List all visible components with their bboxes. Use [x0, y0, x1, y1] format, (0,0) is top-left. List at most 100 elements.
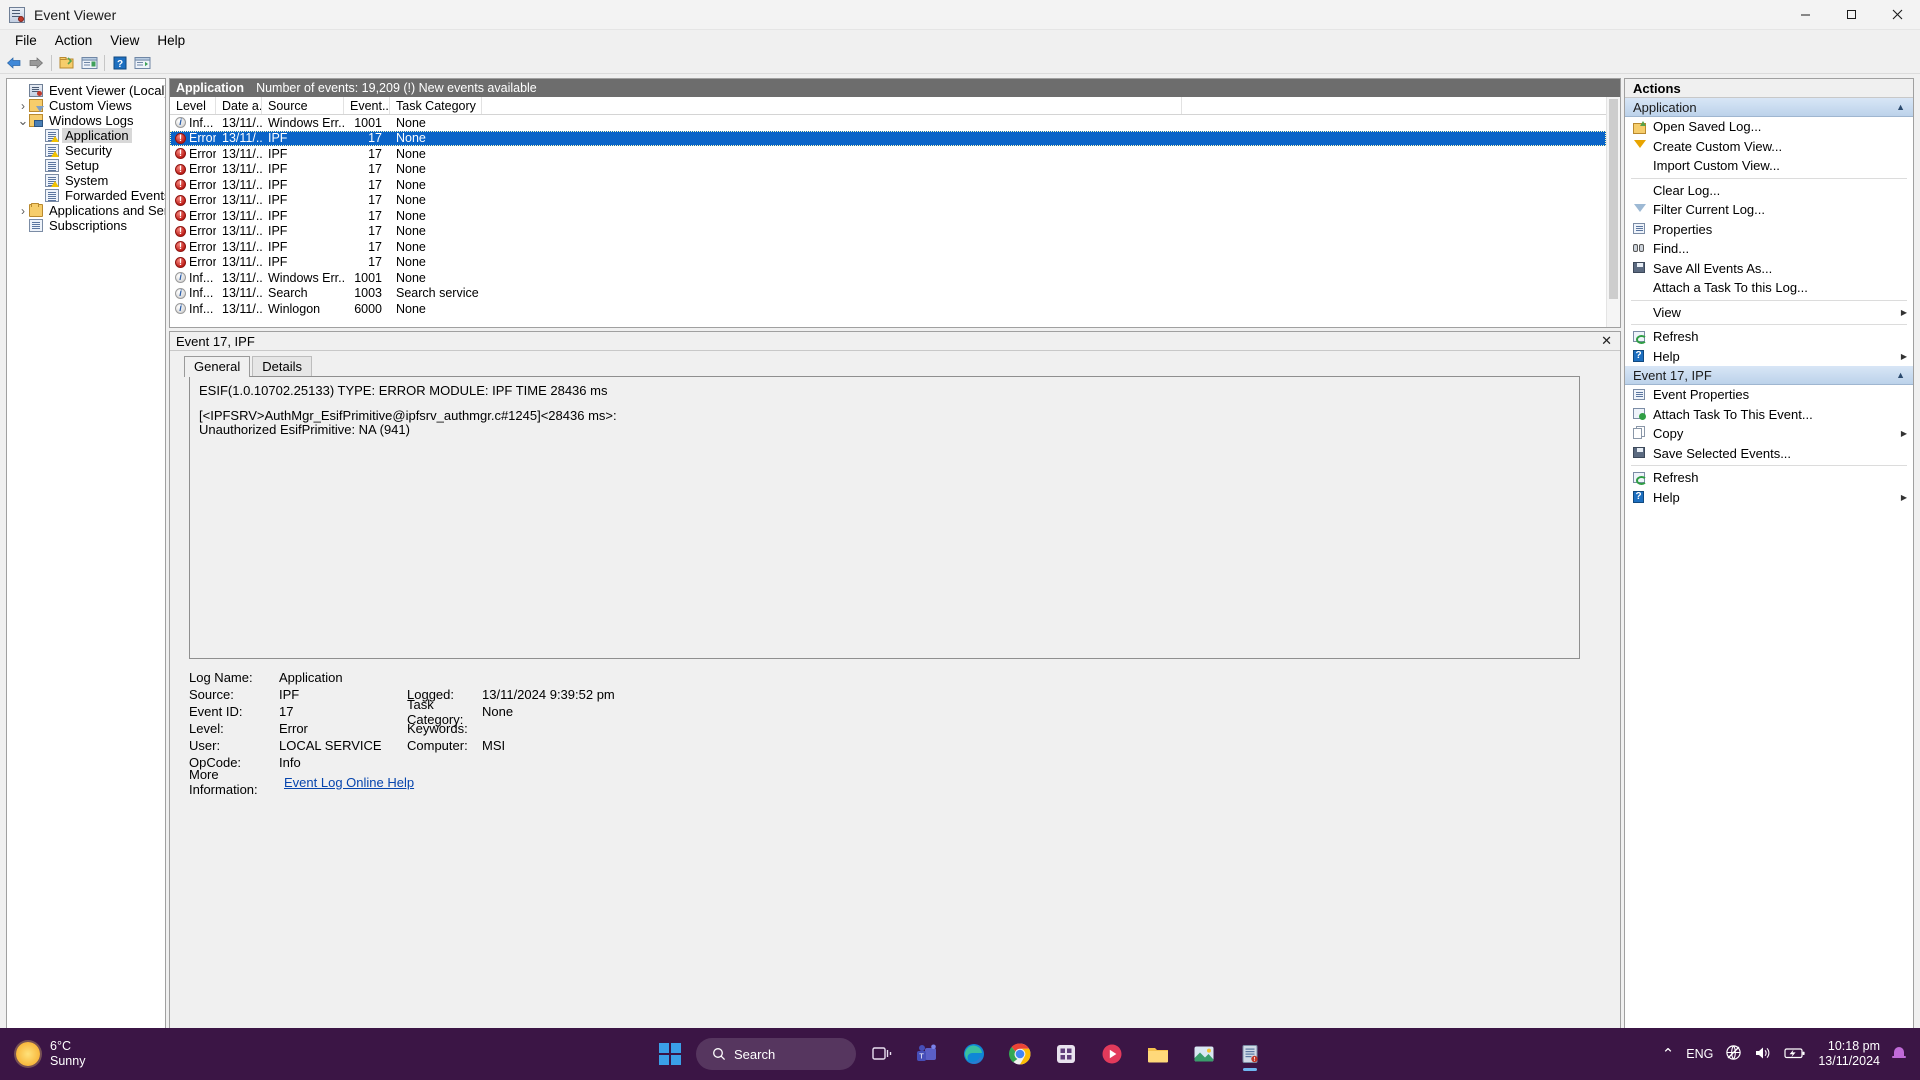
tree-item-windows-logs[interactable]: ⌄ Windows Logs: [7, 113, 165, 128]
file-explorer-icon[interactable]: [1138, 1034, 1178, 1074]
tree-item-system[interactable]: System: [7, 173, 165, 188]
event-description-box[interactable]: ESIF(1.0.10702.25133) TYPE: ERROR MODULE…: [189, 376, 1580, 659]
action-item-clear-log[interactable]: Clear Log...: [1625, 181, 1913, 201]
tab-details[interactable]: Details: [252, 356, 312, 377]
menu-help[interactable]: Help: [148, 31, 194, 51]
language-indicator[interactable]: ENG: [1686, 1047, 1713, 1061]
volume-icon[interactable]: [1754, 1045, 1772, 1064]
menu-view[interactable]: View: [101, 31, 148, 51]
event-row[interactable]: Inf... 13/11/... Search 1003 Search service: [170, 286, 1606, 302]
column-header-blank[interactable]: [482, 97, 1182, 114]
event-row[interactable]: Error 13/11/... IPF 17 None: [170, 239, 1606, 255]
tray-chevron-icon[interactable]: ⌃: [1662, 1045, 1675, 1063]
column-header-event[interactable]: Event...: [344, 97, 390, 114]
action-item-view[interactable]: View ▶: [1625, 303, 1913, 323]
action-item-save-selected-events[interactable]: Save Selected Events...: [1625, 444, 1913, 464]
photos-icon[interactable]: [1184, 1034, 1224, 1074]
taskbar-weather-widget[interactable]: 6°C Sunny: [16, 1039, 85, 1069]
action-item-attach-a-task-to-this-log[interactable]: Attach a Task To this Log...: [1625, 278, 1913, 298]
action-item-label: Refresh: [1653, 470, 1699, 486]
tree-item-event-viewer-local[interactable]: Event Viewer (Local): [7, 83, 165, 98]
cell-level: Error: [189, 255, 216, 270]
event-row[interactable]: Inf... 13/11/... Winlogon 6000 None: [170, 301, 1606, 317]
google-chrome-icon[interactable]: [1000, 1034, 1040, 1074]
event-row[interactable]: Inf... 13/11/... Windows Err... 1001 None: [170, 115, 1606, 131]
microsoft-teams-icon[interactable]: T: [908, 1034, 948, 1074]
chevron-down-icon[interactable]: ⌄: [17, 114, 29, 127]
properties-icon[interactable]: [79, 53, 99, 73]
event-viewer-taskbar-icon[interactable]: !: [1230, 1034, 1270, 1074]
event-row[interactable]: Error 13/11/... IPF 17 None: [170, 208, 1606, 224]
start-button[interactable]: [650, 1034, 690, 1074]
actions-group-header[interactable]: Event 17, IPF ▲: [1625, 366, 1913, 385]
close-button[interactable]: [1874, 0, 1920, 30]
action-item-find[interactable]: Find...: [1625, 239, 1913, 259]
chevron-right-icon[interactable]: ›: [17, 99, 29, 113]
action-item-event-properties[interactable]: Event Properties: [1625, 385, 1913, 405]
tree-item-security[interactable]: Security: [7, 143, 165, 158]
event-list-scroll-thumb[interactable]: [1609, 99, 1618, 299]
main-body: Event Viewer (Local) › Custom Views ⌄ Window…: [0, 74, 1920, 1066]
notification-bell-icon[interactable]: [1892, 1046, 1906, 1062]
help-icon: [1631, 349, 1649, 363]
event-row[interactable]: Error 13/11/... IPF 17 None: [170, 162, 1606, 178]
tree-item-forwarded-events[interactable]: Forwarded Events: [7, 188, 165, 203]
network-disconnected-icon[interactable]: [1725, 1044, 1742, 1064]
event-row[interactable]: Error 13/11/... IPF 17 None: [170, 224, 1606, 240]
show-hide-action-pane-icon[interactable]: [132, 53, 152, 73]
taskbar-clock[interactable]: 10:18 pm 13/11/2024: [1818, 1039, 1880, 1069]
show-hide-console-tree-icon[interactable]: [57, 53, 77, 73]
event-log-online-help-link[interactable]: Event Log Online Help: [284, 775, 414, 790]
cell-level: Error: [189, 208, 216, 223]
action-item-refresh[interactable]: Refresh: [1625, 327, 1913, 347]
column-header-date-a[interactable]: Date a...: [216, 97, 262, 114]
action-item-refresh[interactable]: Refresh: [1625, 468, 1913, 488]
event-row[interactable]: Error 13/11/... IPF 17 None: [170, 146, 1606, 162]
cell-date: 13/11/...: [222, 239, 262, 254]
taskbar-search[interactable]: Search: [696, 1038, 856, 1070]
microsoft-store-icon[interactable]: [1046, 1034, 1086, 1074]
task-view-icon[interactable]: [862, 1034, 902, 1074]
menu-file[interactable]: File: [6, 31, 46, 51]
event-row[interactable]: Error 13/11/... IPF 17 None: [170, 177, 1606, 193]
column-header-task-category[interactable]: Task Category: [390, 97, 482, 114]
action-item-save-all-events-as[interactable]: Save All Events As...: [1625, 259, 1913, 279]
menu-action[interactable]: Action: [46, 31, 102, 51]
event-row[interactable]: Error 13/11/... IPF 17 None: [170, 193, 1606, 209]
actions-group-header[interactable]: Application ▲: [1625, 98, 1913, 117]
event-list-vertical-scrollbar[interactable]: [1606, 97, 1620, 327]
action-item-filter-current-log[interactable]: Filter Current Log...: [1625, 200, 1913, 220]
tree-item-application[interactable]: Application: [7, 128, 165, 143]
minimize-button[interactable]: [1782, 0, 1828, 30]
event-row[interactable]: Error 13/11/... IPF 17 None: [170, 130, 1606, 146]
tab-general[interactable]: General: [184, 356, 251, 377]
battery-charging-icon[interactable]: [1784, 1046, 1806, 1063]
action-item-create-custom-view[interactable]: Create Custom View...: [1625, 137, 1913, 157]
back-icon[interactable]: [4, 53, 24, 73]
event-row[interactable]: Inf... 13/11/... Windows Err... 1001 None: [170, 270, 1606, 286]
action-item-copy[interactable]: Copy ▶: [1625, 424, 1913, 444]
action-item-help[interactable]: Help ▶: [1625, 488, 1913, 508]
action-item-help[interactable]: Help ▶: [1625, 347, 1913, 367]
action-icon-placeholder: [1631, 183, 1649, 197]
column-header-source[interactable]: Source: [262, 97, 344, 114]
microsoft-edge-icon[interactable]: [954, 1034, 994, 1074]
help-icon[interactable]: ?: [110, 53, 130, 73]
action-item-attach-task-to-this-event[interactable]: Attach Task To This Event...: [1625, 405, 1913, 425]
action-item-import-custom-view[interactable]: Import Custom View...: [1625, 156, 1913, 176]
collapse-caret-icon[interactable]: ▲: [1896, 370, 1905, 380]
tree-item-applications-and-services-lo[interactable]: › Applications and Services Lo: [7, 203, 165, 218]
close-icon[interactable]: ✕: [1601, 333, 1612, 349]
media-player-icon[interactable]: [1092, 1034, 1132, 1074]
chevron-right-icon[interactable]: ›: [17, 204, 29, 218]
action-item-open-saved-log[interactable]: Open Saved Log...: [1625, 117, 1913, 137]
event-row[interactable]: Error 13/11/... IPF 17 None: [170, 255, 1606, 271]
tree-item-subscriptions[interactable]: Subscriptions: [7, 218, 165, 233]
collapse-caret-icon[interactable]: ▲: [1896, 102, 1905, 112]
action-item-properties[interactable]: Properties: [1625, 220, 1913, 240]
maximize-button[interactable]: [1828, 0, 1874, 30]
forward-icon[interactable]: [26, 53, 46, 73]
tree-item-custom-views[interactable]: › Custom Views: [7, 98, 165, 113]
tree-item-setup[interactable]: Setup: [7, 158, 165, 173]
column-header-level[interactable]: Level: [170, 97, 216, 114]
